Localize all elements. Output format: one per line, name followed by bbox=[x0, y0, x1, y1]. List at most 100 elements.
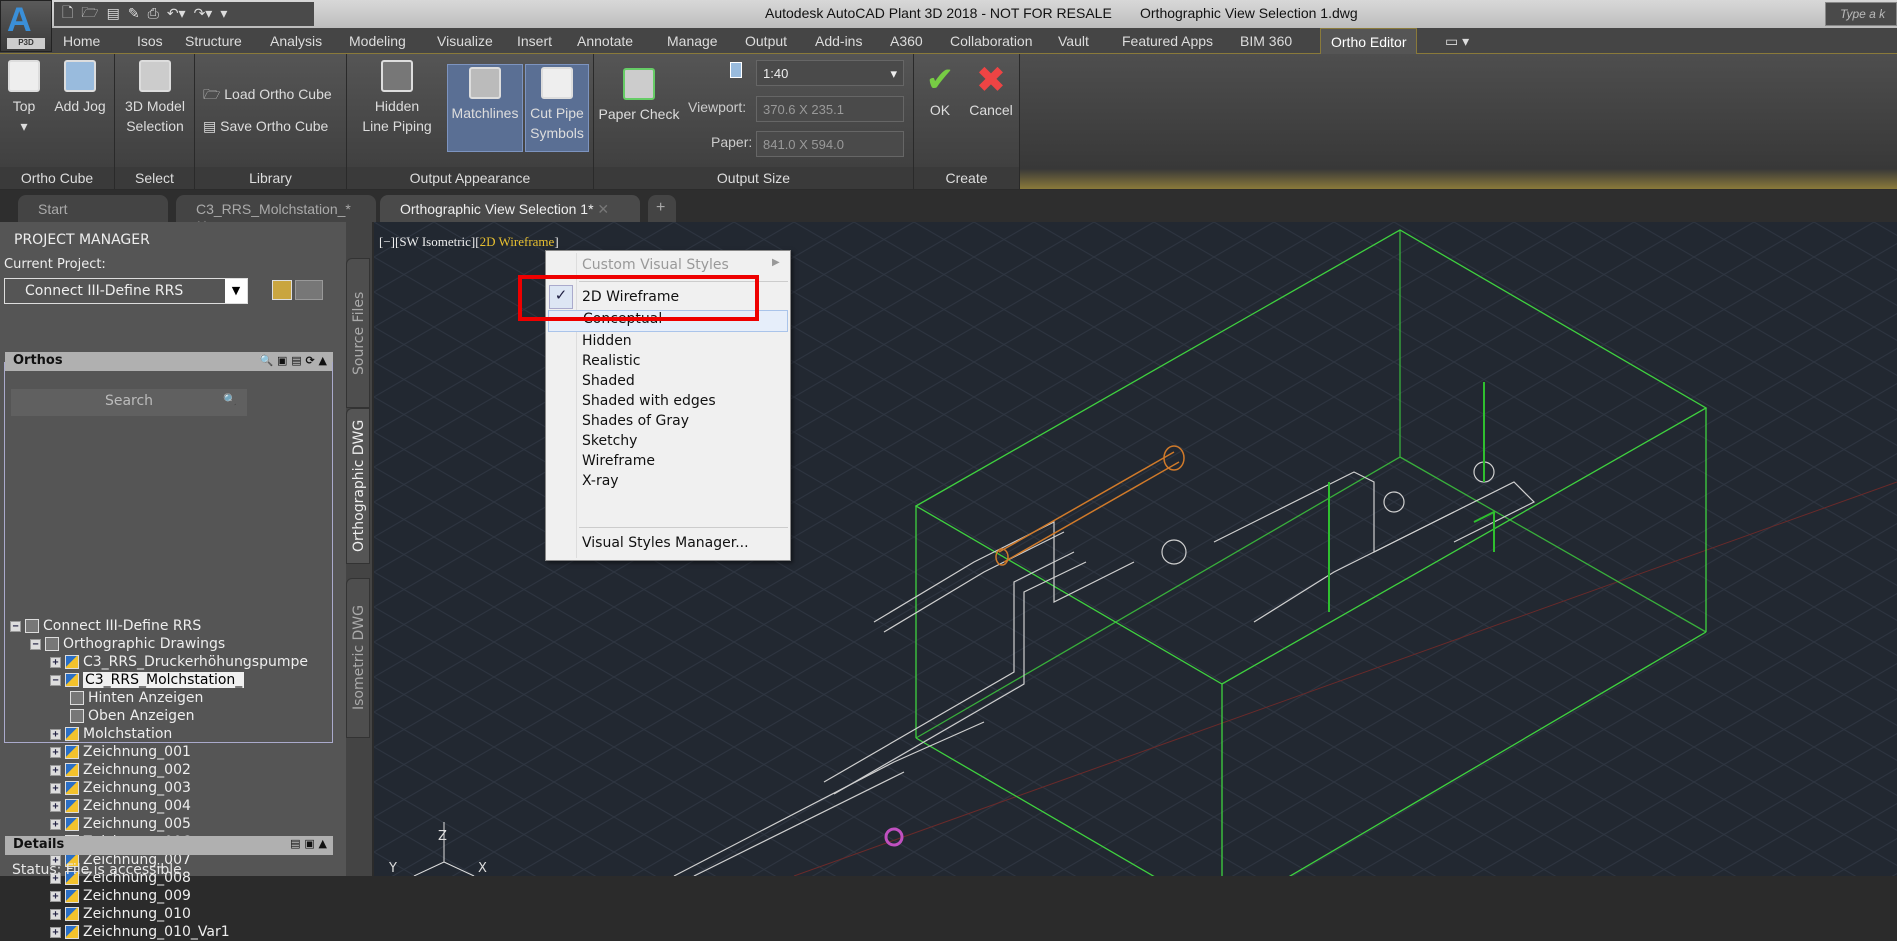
collapse-icon[interactable]: − bbox=[10, 620, 21, 632]
cancel-button[interactable]: ✖ Cancel bbox=[966, 60, 1016, 120]
expand-icon[interactable]: + bbox=[50, 908, 61, 920]
new-icon[interactable]: 🗋 bbox=[62, 2, 73, 26]
expand-icon[interactable]: + bbox=[50, 926, 61, 938]
ribbon-tab-visualize[interactable]: Visualize bbox=[437, 33, 493, 49]
save-ortho-cube-button[interactable]: ▤ Save Ortho Cube bbox=[203, 116, 328, 136]
close-icon[interactable]: ✕ bbox=[597, 201, 609, 217]
tree-item[interactable]: + Zeichnung_009 bbox=[50, 887, 191, 905]
tab-orthographic-dwg[interactable]: Orthographic DWG bbox=[346, 408, 370, 564]
doc-tab-molchstation[interactable]: C3_RRS_Molchstation_* ✕ bbox=[176, 195, 376, 233]
menu-item-sketchy[interactable]: Sketchy bbox=[582, 433, 637, 455]
search-input[interactable]: Type a k bbox=[1825, 2, 1897, 26]
view-icon bbox=[70, 691, 84, 705]
expand-icon[interactable]: + bbox=[50, 656, 61, 668]
submenu-arrow-icon: ▶ bbox=[772, 257, 780, 268]
menu-item-hidden[interactable]: Hidden bbox=[582, 333, 632, 355]
search-icon: 🔍 bbox=[223, 393, 237, 406]
ribbon-tab-a360[interactable]: A360 bbox=[890, 33, 923, 49]
highlight-annotation-box bbox=[518, 275, 759, 321]
menu-item-shaded[interactable]: Shaded bbox=[582, 373, 635, 395]
panel-create: ✔ OK ✖ Cancel Create bbox=[914, 54, 1020, 189]
ribbon-tab-ortho-editor[interactable]: Ortho Editor bbox=[1320, 28, 1418, 54]
view-control[interactable]: [SW Isometric] bbox=[395, 234, 475, 249]
expand-icon[interactable]: + bbox=[50, 818, 61, 830]
ribbon-tab-annotate[interactable]: Annotate bbox=[577, 33, 633, 49]
current-project-select[interactable]: Connect III-Define RRS ▼ bbox=[4, 278, 248, 304]
doc-tab-start[interactable]: Start bbox=[18, 195, 168, 222]
top-button[interactable]: Top ▾ bbox=[4, 60, 44, 136]
tab-isometric-dwg[interactable]: Isometric DWG bbox=[346, 578, 370, 738]
collapse-icon[interactable]: − bbox=[50, 674, 61, 686]
tree-item[interactable]: − Orthographic Drawings bbox=[30, 635, 225, 653]
ribbon-tab-analysis[interactable]: Analysis bbox=[270, 33, 322, 49]
tree-item[interactable]: − C3_RRS_Molchstation_ bbox=[50, 671, 245, 689]
ribbon-tab-add-ins[interactable]: Add-ins bbox=[815, 33, 862, 49]
tree-item[interactable]: + Zeichnung_003 bbox=[50, 779, 191, 797]
new-tab-button[interactable]: + bbox=[648, 195, 676, 222]
ribbon-tab-isos[interactable]: Isos bbox=[137, 33, 163, 49]
ribbon-tab-vault[interactable]: Vault bbox=[1058, 33, 1089, 49]
ribbon-tab-featured-apps[interactable]: Featured Apps bbox=[1122, 33, 1213, 49]
customize-icon[interactable]: ▾ bbox=[220, 6, 227, 22]
expand-icon[interactable]: + bbox=[50, 764, 61, 776]
3d-model-selection-button[interactable]: 3D Model Selection bbox=[119, 60, 191, 136]
tree-item[interactable]: + Zeichnung_005 bbox=[50, 815, 191, 833]
open-icon[interactable]: 🗁 bbox=[81, 2, 98, 26]
tree-item[interactable]: Oben Anzeigen bbox=[70, 707, 195, 725]
cut-pipe-symbols-button[interactable]: Cut Pipe Symbols bbox=[525, 64, 589, 152]
ribbon-tab-manage[interactable]: Manage bbox=[667, 33, 718, 49]
project-options-icon[interactable] bbox=[295, 280, 323, 300]
expand-icon[interactable]: + bbox=[50, 800, 61, 812]
tree-item[interactable]: + Zeichnung_010 bbox=[50, 905, 191, 923]
expand-icon[interactable]: + bbox=[50, 728, 61, 740]
collapse-icon[interactable]: − bbox=[30, 638, 41, 650]
ok-button[interactable]: ✔ OK bbox=[918, 60, 962, 120]
add-jog-button[interactable]: Add Jog bbox=[48, 60, 112, 116]
expand-icon[interactable]: + bbox=[50, 746, 61, 758]
project-settings-icon[interactable] bbox=[272, 280, 292, 300]
tree-item[interactable]: + Zeichnung_001 bbox=[50, 743, 191, 761]
orthos-search-input[interactable]: Search 🔍 bbox=[11, 389, 247, 416]
tree-item[interactable]: − Connect III-Define RRS bbox=[10, 617, 201, 635]
menu-item-shaded-with-edges[interactable]: Shaded with edges bbox=[582, 393, 716, 415]
ribbon: Top ▾ Add Jog Ortho Cube 3D Model Selectio… bbox=[0, 54, 1020, 189]
saveas-icon[interactable]: ✎ bbox=[128, 6, 140, 22]
ribbon-tab-home[interactable]: Home bbox=[63, 33, 100, 49]
ribbon-tab-modeling[interactable]: Modeling bbox=[349, 33, 406, 49]
load-ortho-cube-button[interactable]: 🗁 Load Ortho Cube bbox=[203, 84, 332, 104]
matchlines-button[interactable]: Matchlines bbox=[447, 64, 523, 152]
ribbon-tab-collaboration[interactable]: Collaboration bbox=[950, 33, 1033, 49]
tree-item[interactable]: + Zeichnung_002 bbox=[50, 761, 191, 779]
ribbon-tab-output[interactable]: Output bbox=[745, 33, 787, 49]
undo-icon[interactable]: ↶▾ bbox=[167, 6, 186, 22]
ribbon-tab-structure[interactable]: Structure bbox=[185, 33, 242, 49]
paper-check-button[interactable]: Paper Check bbox=[596, 68, 682, 124]
details-icons[interactable]: ▤ ▣ ▲ bbox=[290, 837, 327, 850]
menu-item-realistic[interactable]: Realistic bbox=[582, 353, 640, 375]
tree-item[interactable]: Hinten Anzeigen bbox=[70, 689, 203, 707]
tree-item[interactable]: + Zeichnung_010_Var1 bbox=[50, 923, 230, 941]
expand-icon[interactable]: + bbox=[50, 782, 61, 794]
redo-icon[interactable]: ↷▾ bbox=[194, 6, 213, 22]
menu-item-x-ray[interactable]: X-ray bbox=[582, 473, 619, 495]
print-icon[interactable]: ⎙ bbox=[148, 6, 159, 22]
save-icon[interactable]: ▤ bbox=[107, 6, 120, 22]
hidden-line-piping-button[interactable]: Hidden Line Piping bbox=[353, 60, 441, 136]
ribbon-minimize-icon[interactable]: ▭ ▾ bbox=[1445, 33, 1469, 50]
tree-item[interactable]: + Zeichnung_004 bbox=[50, 797, 191, 815]
menu-item-visual-styles-manager[interactable]: Visual Styles Manager... bbox=[582, 535, 749, 557]
ribbon-tab-insert[interactable]: Insert bbox=[517, 33, 552, 49]
ribbon-tab-bim-360[interactable]: BIM 360 bbox=[1240, 33, 1292, 49]
expand-icon[interactable]: + bbox=[50, 890, 61, 902]
scale-select[interactable]: 1:40 ▾ bbox=[756, 60, 904, 86]
menu-item-shades-of-gray[interactable]: Shades of Gray bbox=[582, 413, 689, 435]
tab-source-files[interactable]: Source Files bbox=[346, 258, 370, 408]
visual-style-control[interactable]: 2D Wireframe bbox=[480, 234, 555, 249]
app-title: Autodesk AutoCAD Plant 3D 2018 - NOT FOR… bbox=[765, 5, 1112, 21]
tree-item[interactable]: + Molchstation bbox=[50, 725, 172, 743]
application-menu-button[interactable]: A P3D bbox=[0, 0, 52, 52]
viewport-control[interactable]: [−] bbox=[379, 234, 395, 249]
menu-item-wireframe[interactable]: Wireframe bbox=[582, 453, 655, 475]
doc-tab-ortho-view[interactable]: Orthographic View Selection 1* ✕ bbox=[380, 195, 640, 222]
tree-item[interactable]: + C3_RRS_Druckerhöhungspumpe bbox=[50, 653, 308, 671]
